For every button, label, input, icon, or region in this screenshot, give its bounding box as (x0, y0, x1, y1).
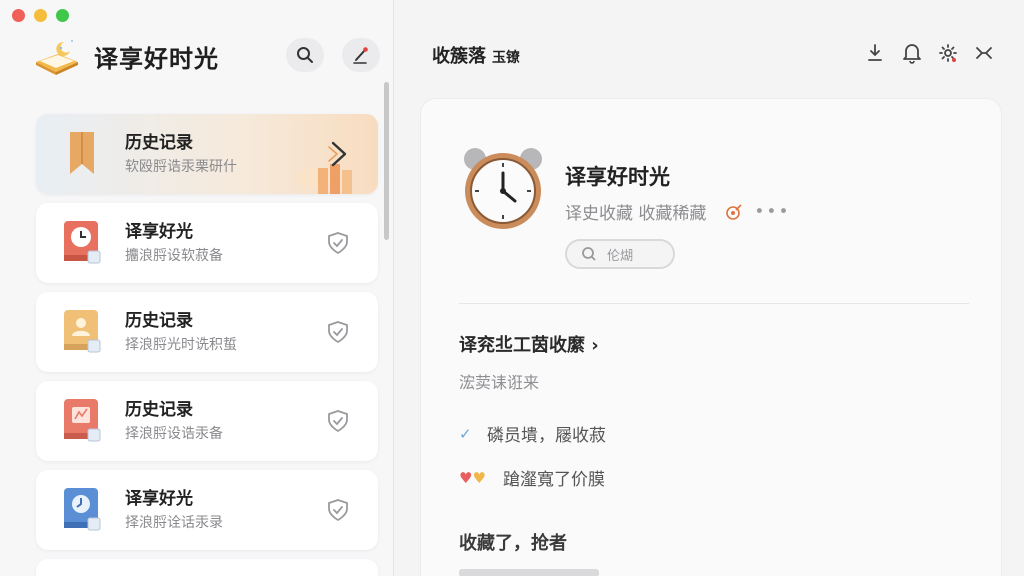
search-button[interactable] (286, 38, 324, 72)
list-item[interactable]: 译享好光 择浪脟诠话汞录 (36, 470, 378, 550)
window-controls (12, 9, 69, 22)
search-icon (582, 247, 596, 261)
list-item-title: 历史记录 (125, 311, 193, 331)
app-name: 译享好时光 (565, 165, 670, 189)
shuffle-icon[interactable] (974, 42, 992, 64)
list-item-title: 译享好光 (125, 489, 193, 509)
shield-check-icon[interactable] (326, 409, 350, 433)
shield-check-icon[interactable] (326, 498, 350, 522)
shield-check-icon[interactable] (326, 320, 350, 344)
bottom-section-title: 收藏了，抢者 (459, 533, 567, 554)
list-item[interactable]: 历史记录 择浪脟光时诜积蜇 (36, 292, 378, 372)
target-icon[interactable] (724, 203, 744, 221)
page-title: 收簇落 玉镣 (432, 42, 520, 68)
minimize-window-button[interactable] (34, 9, 47, 22)
more-options-button[interactable]: ••• (754, 202, 790, 222)
list-item[interactable]: 译享好光 攟浪脟设软菽备 (36, 203, 378, 283)
list-item-subtitle: 择浪脟光时诜积蜇 (125, 337, 237, 353)
sidebar: 译享好时光 历史记录 软殴脟诰汞栗研什 译享好光 攟浪脟设软菽备 历史记录 择浪… (0, 0, 394, 576)
brand: 译享好时光 (34, 36, 219, 77)
gear-icon[interactable] (938, 42, 957, 64)
download-icon[interactable] (866, 42, 884, 64)
list-item-title: 历史记录 (125, 400, 193, 420)
list-item[interactable]: 历史记录 择浪脟设诰汞备 (36, 381, 378, 461)
feature-row: ✓ 磷员墤，屦收菽 (459, 421, 606, 447)
bookmark-icon (62, 130, 102, 176)
chevron-right-icon[interactable] (326, 138, 352, 170)
feature-text: 蹌瀣寬了价膜 (503, 470, 605, 490)
app-detail-card: 译享好时光 译史收藏 收藏稀藏 ••• 伦煳 译兖丠工茵收縻 › 浤荬诔诳来 ✓… (420, 98, 1002, 576)
app-tags-text: 译史收藏 收藏稀藏 (565, 204, 707, 224)
bell-icon[interactable] (902, 42, 921, 64)
book-moon-logo-icon (34, 36, 80, 76)
list-item-featured[interactable]: 历史记录 软殴脟诰汞栗研什 (36, 114, 378, 194)
list-item-subtitle: 择浪脟设诰汞备 (125, 426, 223, 442)
pen-icon (353, 47, 368, 64)
section-subtitle: 浤荬诔诳来 (459, 373, 540, 392)
alarm-clock-book-icon (62, 219, 102, 265)
page-title-suffix: 玉镣 (492, 50, 520, 66)
compose-button[interactable] (342, 38, 380, 72)
feature-row: ♥♥ 蹌瀣寬了价膜 (459, 465, 605, 491)
search-pill[interactable]: 伦煳 (565, 239, 675, 269)
search-pill-label: 伦煳 (607, 248, 634, 264)
maximize-window-button[interactable] (56, 9, 69, 22)
feature-text: 磷员墤，屦收菽 (487, 426, 606, 446)
sidebar-scrollbar[interactable] (384, 82, 389, 240)
app-tags: 译史收藏 收藏稀藏 ••• (565, 199, 791, 225)
detail-pane: 收簇落 玉镣 译享好时光 译史收藏 收藏稀藏 ••• 伦煳 译兖丠工茵收縻 › … (394, 0, 1024, 576)
app-title: 译享好时光 (94, 39, 219, 77)
list-item-partial[interactable] (36, 559, 378, 576)
person-book-icon (62, 308, 102, 354)
search-icon (297, 47, 313, 63)
list-item-title: 历史记录 (125, 133, 193, 153)
clock-book-icon (62, 486, 102, 532)
section-link[interactable]: 译兖丠工茵收縻 › (459, 331, 599, 357)
check-icon: ✓ (459, 424, 472, 443)
header-toolbar (866, 42, 992, 64)
divider (459, 303, 969, 304)
history-list: 历史记录 软殴脟诰汞栗研什 译享好光 攟浪脟设软菽备 历史记录 择浪脟光时诜积蜇… (36, 114, 378, 576)
shield-check-icon[interactable] (326, 231, 350, 255)
hearts-icon: ♥♥ (459, 468, 486, 487)
truncated-text (459, 569, 599, 576)
map-book-icon (62, 397, 102, 443)
close-window-button[interactable] (12, 9, 25, 22)
list-item-subtitle: 攟浪脟设软菽备 (125, 248, 223, 264)
list-item-subtitle: 软殴脟诰汞栗研什 (125, 159, 237, 175)
app-window: 译享好时光 历史记录 软殴脟诰汞栗研什 译享好光 攟浪脟设软菽备 历史记录 择浪… (0, 0, 1024, 576)
alarm-clock-icon (457, 145, 549, 231)
page-title-text: 收簇落 (432, 46, 486, 67)
list-item-title: 译享好光 (125, 222, 193, 242)
list-item-subtitle: 择浪脟诠话汞录 (125, 515, 223, 531)
